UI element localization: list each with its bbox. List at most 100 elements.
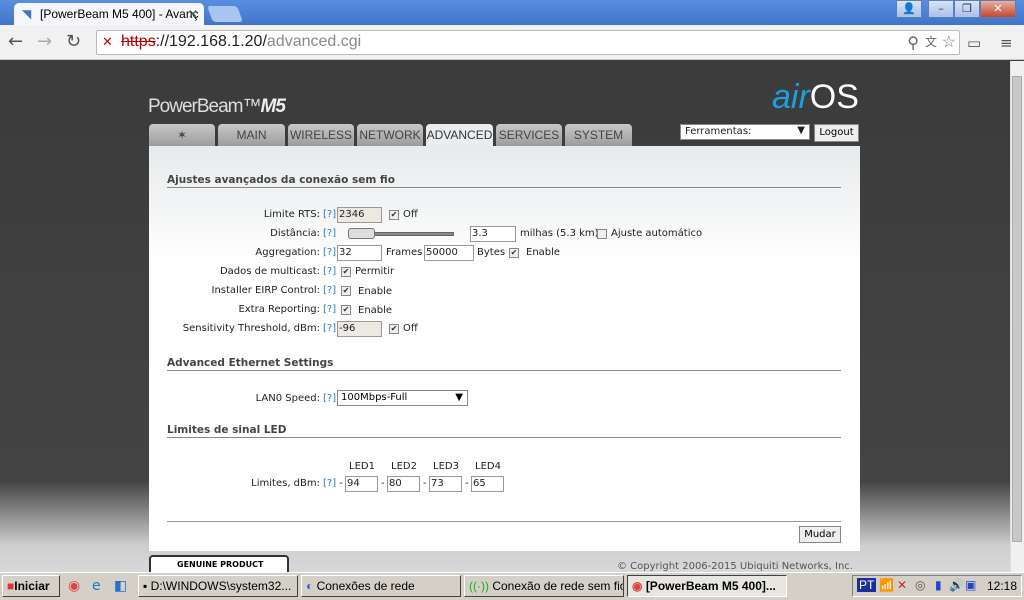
aggregation-enable-label: Enable xyxy=(526,247,561,258)
extra-reporting-option: Enable xyxy=(358,305,393,316)
dropdown-arrow-icon: ▼ xyxy=(797,125,805,136)
translate-icon[interactable]: 文 xyxy=(925,33,937,50)
user-icon[interactable]: 👤 xyxy=(896,0,922,18)
eirp-checkbox[interactable]: ✔ xyxy=(341,286,351,296)
auto-adjust-checkbox[interactable] xyxy=(597,229,607,239)
address-bar[interactable]: ✕ https://192.168.1.20/advanced.cgi ⚲ 文 … xyxy=(96,30,960,55)
back-icon[interactable]: ← xyxy=(8,31,23,52)
led-help-link[interactable]: [?] xyxy=(323,478,336,489)
save-button[interactable]: Mudar xyxy=(799,526,841,543)
led2-input[interactable]: 80 xyxy=(387,476,420,492)
new-tab-button[interactable] xyxy=(207,6,243,22)
led3-input[interactable]: 73 xyxy=(429,476,462,492)
bookmark-star-icon[interactable]: ☆ xyxy=(942,32,956,52)
tab-services[interactable]: SERVICES xyxy=(496,124,562,146)
frames-label: Frames xyxy=(386,247,423,258)
chrome-icon: ◉ xyxy=(632,579,646,593)
aggregation-label: Aggregation: xyxy=(255,247,320,258)
forward-icon[interactable]: → xyxy=(37,31,52,52)
network-tray-icon[interactable]: 📶 xyxy=(879,578,894,592)
wireless-icon: ((·)) xyxy=(469,579,493,593)
extra-reporting-checkbox[interactable]: ✔ xyxy=(341,305,351,315)
ie-quicklaunch-icon[interactable]: e xyxy=(92,578,101,594)
desktop-quicklaunch-icon[interactable]: ◧ xyxy=(114,578,127,594)
led-thresholds-label: Limites, dBm: xyxy=(251,478,320,489)
led-sep: - xyxy=(339,478,343,489)
url-scheme: https xyxy=(121,33,156,50)
aggregation-frames-input[interactable]: 32 xyxy=(337,245,382,261)
copyright: © Copyright 2006-2015 Ubiquiti Networks,… xyxy=(617,561,853,572)
sensitivity-label: Sensitivity Threshold, dBm: xyxy=(182,323,320,334)
lan0-help-link[interactable]: [?] xyxy=(323,393,336,404)
monitor-icon[interactable]: ▣ xyxy=(965,578,976,592)
tools-select[interactable]: Ferramentas: ▼ xyxy=(680,124,810,140)
extra-reporting-help-link[interactable]: [?] xyxy=(323,304,336,315)
airos-logo: airOS xyxy=(772,78,859,116)
multicast-option: Permitir xyxy=(355,266,395,277)
tab-system[interactable]: SYSTEM xyxy=(565,124,632,146)
multicast-checkbox[interactable]: ✔ xyxy=(341,267,351,277)
menu-icon[interactable]: ≡ xyxy=(1000,34,1013,52)
lan0-speed-select[interactable]: 100Mbps-Full ▼ xyxy=(337,390,468,406)
genuine-product-badge: GENUINE PRODUCT xyxy=(149,555,289,572)
minimize-button[interactable]: – xyxy=(928,0,954,18)
distance-label: Distância: xyxy=(270,228,320,239)
scrollbar-thumb[interactable] xyxy=(1012,76,1022,542)
aggregation-bytes-input[interactable]: 50000 xyxy=(424,245,474,261)
aggregation-help-link[interactable]: [?] xyxy=(323,247,336,258)
shield-tray-icon[interactable]: ◎ xyxy=(915,578,925,592)
tab-network[interactable]: NETWORK xyxy=(357,124,423,146)
volume-icon[interactable]: 🔊 xyxy=(949,578,964,592)
browser-tab[interactable]: [PowerBeam M5 400] - Avanç ✕ xyxy=(14,3,204,25)
logout-button[interactable]: Logout xyxy=(814,124,859,142)
led3-header: LED3 xyxy=(433,461,459,472)
led2-header: LED2 xyxy=(391,461,417,472)
insecure-lock-icon: ✕ xyxy=(102,34,113,49)
aggregation-enable-checkbox[interactable]: ✔ xyxy=(509,248,519,258)
tab-main[interactable]: MAIN xyxy=(218,124,285,146)
restore-button[interactable]: ❐ xyxy=(954,0,980,18)
distance-slider-handle[interactable] xyxy=(348,228,375,239)
rts-off-checkbox[interactable]: ✔ xyxy=(389,210,399,220)
taskbar-item-cmd[interactable]: ▪ D:\WINDOWS\system32... xyxy=(138,575,298,597)
eirp-help-link[interactable]: [?] xyxy=(323,285,336,296)
rts-input[interactable]: 2346 xyxy=(337,207,382,223)
chrome-quicklaunch-icon[interactable]: ◉ xyxy=(68,578,80,594)
taskbar-item-wireless[interactable]: ((·)) Conexão de rede sem fio xyxy=(464,575,624,597)
taskbar-item-chrome[interactable]: ◉ [PowerBeam M5 400]... xyxy=(627,575,787,597)
taskbar-item-network[interactable]: ◐ Conexões de rede xyxy=(301,575,461,597)
led4-input[interactable]: 65 xyxy=(471,476,504,492)
disconnected-network-icon[interactable]: ✕ xyxy=(897,578,907,592)
rts-label: Limite RTS: xyxy=(263,209,320,220)
auto-adjust-label: Ajuste automático xyxy=(611,228,703,239)
led1-input[interactable]: 94 xyxy=(345,476,378,492)
language-icon[interactable]: PT xyxy=(857,578,877,592)
led1-header: LED1 xyxy=(349,461,375,472)
eirp-label: Installer EIRP Control: xyxy=(211,285,321,296)
tab-advanced[interactable]: ADVANCED xyxy=(426,124,493,146)
url-path: advanced.cgi xyxy=(266,33,362,50)
content-panel xyxy=(149,146,860,551)
section-led-title: Limites de sinal LED xyxy=(167,424,841,438)
tab-wireless[interactable]: WIRELESS xyxy=(288,124,354,146)
multicast-help-link[interactable]: [?] xyxy=(323,266,336,277)
rts-help-link[interactable]: [?] xyxy=(323,209,336,220)
cast-icon[interactable]: ▭ xyxy=(967,34,981,52)
distance-help-link[interactable]: [?] xyxy=(323,228,336,239)
sensitivity-off-checkbox[interactable]: ✔ xyxy=(389,324,399,334)
sensitivity-help-link[interactable]: [?] xyxy=(323,323,336,334)
close-window-button[interactable]: ✕ xyxy=(980,0,1016,18)
cmd-icon: ▪ xyxy=(143,579,151,593)
start-button[interactable]: ■Iniciar xyxy=(2,575,60,597)
reload-icon[interactable]: ↻ xyxy=(66,31,81,52)
zoom-icon[interactable]: ⚲ xyxy=(907,33,919,53)
close-tab-icon[interactable]: ✕ xyxy=(188,7,198,21)
led4-header: LED4 xyxy=(475,461,501,472)
bytes-label: Bytes xyxy=(477,247,506,258)
url-host: ://192.168.1.20/ xyxy=(155,33,267,50)
battery-icon[interactable]: ▮ xyxy=(935,578,942,592)
eirp-option: Enable xyxy=(358,286,393,297)
tab-ubnt-logo[interactable]: ✶ xyxy=(149,124,215,146)
sensitivity-input[interactable]: -96 xyxy=(337,321,382,337)
distance-input[interactable]: 3.3 xyxy=(470,226,516,242)
